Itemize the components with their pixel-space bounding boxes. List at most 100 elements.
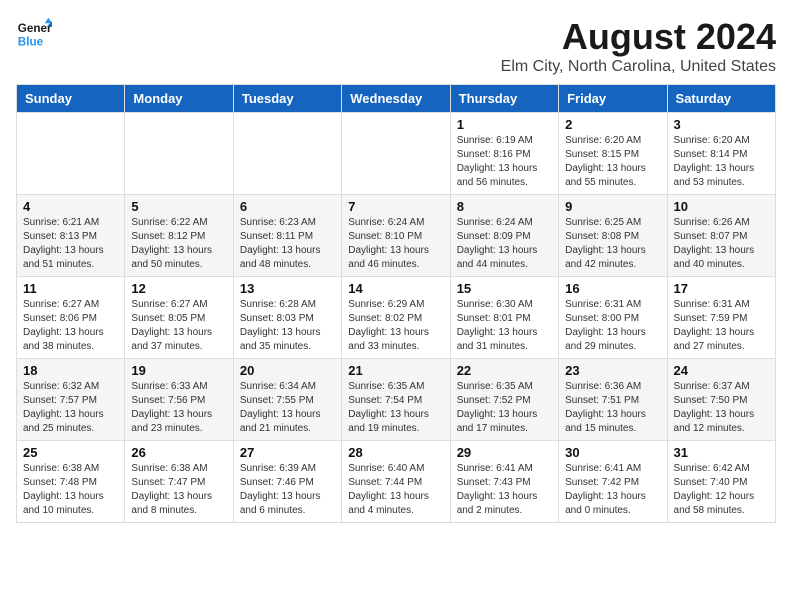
- calendar-cell: 16 Sunrise: 6:31 AMSunset: 8:00 PMDayligh…: [559, 277, 667, 359]
- subtitle: Elm City, North Carolina, United States: [501, 58, 776, 76]
- day-detail: Sunrise: 6:19 AMSunset: 8:16 PMDaylight:…: [457, 134, 552, 190]
- day-detail: Sunrise: 6:35 AMSunset: 7:52 PMDaylight:…: [457, 380, 552, 436]
- day-number: 4: [23, 199, 118, 214]
- calendar-cell: 18Sunrise: 6:32 AMSunset: 7:57 PMDayligh…: [17, 359, 125, 441]
- day-detail: Sunrise: 6:33 AMSunset: 7:56 PMDaylight:…: [131, 380, 226, 436]
- calendar-cell: 1 Sunrise: 6:19 AMSunset: 8:16 PMDaylight…: [450, 113, 558, 195]
- day-detail: Sunrise: 6:31 AMSunset: 8:00 PMDaylight:…: [565, 298, 660, 354]
- day-number: 9: [565, 199, 660, 214]
- weekday-header-row: SundayMondayTuesdayWednesdayThursdayFrid…: [17, 85, 776, 113]
- calendar-cell: 14Sunrise: 6:29 AMSunset: 8:02 PMDayligh…: [342, 277, 450, 359]
- calendar-week-4: 18Sunrise: 6:32 AMSunset: 7:57 PMDayligh…: [17, 359, 776, 441]
- day-number: 20: [240, 363, 335, 378]
- day-number: 6: [240, 199, 335, 214]
- day-detail: Sunrise: 6:24 AMSunset: 8:10 PMDaylight:…: [348, 216, 443, 272]
- day-number: 23: [565, 363, 660, 378]
- day-number: 13: [240, 281, 335, 296]
- calendar-cell: 19 Sunrise: 6:33 AMSunset: 7:56 PMDayligh…: [125, 359, 233, 441]
- day-number: 7: [348, 199, 443, 214]
- calendar-cell: 11 Sunrise: 6:27 AMSunset: 8:06 PMDayligh…: [17, 277, 125, 359]
- day-number: 14: [348, 281, 443, 296]
- day-detail: Sunrise: 6:27 AMSunset: 8:05 PMDaylight:…: [131, 298, 226, 354]
- logo: General Blue: [16, 16, 52, 52]
- day-number: 8: [457, 199, 552, 214]
- day-detail: Sunrise: 6:20 AMSunset: 8:14 PMDaylight:…: [674, 134, 769, 190]
- logo-icon: General Blue: [16, 16, 52, 52]
- calendar-cell: 6 Sunrise: 6:23 AMSunset: 8:11 PMDaylight…: [233, 195, 341, 277]
- day-number: 3: [674, 117, 769, 132]
- calendar-cell: 2 Sunrise: 6:20 AMSunset: 8:15 PMDaylight…: [559, 113, 667, 195]
- day-number: 30: [565, 445, 660, 460]
- day-number: 27: [240, 445, 335, 460]
- weekday-header-sunday: Sunday: [17, 85, 125, 113]
- day-detail: Sunrise: 6:27 AMSunset: 8:06 PMDaylight:…: [23, 298, 118, 354]
- day-number: 2: [565, 117, 660, 132]
- calendar-cell: 15 Sunrise: 6:30 AMSunset: 8:01 PMDayligh…: [450, 277, 558, 359]
- weekday-header-friday: Friday: [559, 85, 667, 113]
- calendar-cell: 31 Sunrise: 6:42 AMSunset: 7:40 PMDayligh…: [667, 441, 775, 523]
- day-detail: Sunrise: 6:30 AMSunset: 8:01 PMDaylight:…: [457, 298, 552, 354]
- day-detail: Sunrise: 6:32 AMSunset: 7:57 PMDaylight:…: [23, 380, 118, 436]
- day-number: 15: [457, 281, 552, 296]
- day-detail: Sunrise: 6:24 AMSunset: 8:09 PMDaylight:…: [457, 216, 552, 272]
- calendar-week-2: 4Sunrise: 6:21 AMSunset: 8:13 PMDaylight…: [17, 195, 776, 277]
- calendar-week-1: 1 Sunrise: 6:19 AMSunset: 8:16 PMDaylight…: [17, 113, 776, 195]
- day-detail: Sunrise: 6:41 AMSunset: 7:42 PMDaylight:…: [565, 462, 660, 518]
- day-detail: Sunrise: 6:39 AMSunset: 7:46 PMDaylight:…: [240, 462, 335, 518]
- day-detail: Sunrise: 6:23 AMSunset: 8:11 PMDaylight:…: [240, 216, 335, 272]
- day-number: 31: [674, 445, 769, 460]
- day-detail: Sunrise: 6:31 AMSunset: 7:59 PMDaylight:…: [674, 298, 769, 354]
- main-title: August 2024: [501, 16, 776, 58]
- weekday-header-wednesday: Wednesday: [342, 85, 450, 113]
- calendar-cell: 28 Sunrise: 6:40 AMSunset: 7:44 PMDayligh…: [342, 441, 450, 523]
- calendar-cell: 23 Sunrise: 6:36 AMSunset: 7:51 PMDayligh…: [559, 359, 667, 441]
- calendar-cell: 9 Sunrise: 6:25 AMSunset: 8:08 PMDaylight…: [559, 195, 667, 277]
- calendar-cell: [233, 113, 341, 195]
- calendar-cell: 26Sunrise: 6:38 AMSunset: 7:47 PMDayligh…: [125, 441, 233, 523]
- weekday-header-saturday: Saturday: [667, 85, 775, 113]
- calendar-table: SundayMondayTuesdayWednesdayThursdayFrid…: [16, 84, 776, 523]
- calendar-cell: 3 Sunrise: 6:20 AMSunset: 8:14 PMDaylight…: [667, 113, 775, 195]
- title-block: August 2024 Elm City, North Carolina, Un…: [501, 16, 776, 76]
- day-number: 11: [23, 281, 118, 296]
- day-detail: Sunrise: 6:26 AMSunset: 8:07 PMDaylight:…: [674, 216, 769, 272]
- calendar-cell: 25Sunrise: 6:38 AMSunset: 7:48 PMDayligh…: [17, 441, 125, 523]
- weekday-header-thursday: Thursday: [450, 85, 558, 113]
- calendar-cell: 22Sunrise: 6:35 AMSunset: 7:52 PMDayligh…: [450, 359, 558, 441]
- calendar-cell: 29Sunrise: 6:41 AMSunset: 7:43 PMDayligh…: [450, 441, 558, 523]
- calendar-cell: 5Sunrise: 6:22 AMSunset: 8:12 PMDaylight…: [125, 195, 233, 277]
- day-detail: Sunrise: 6:38 AMSunset: 7:47 PMDaylight:…: [131, 462, 226, 518]
- day-detail: Sunrise: 6:20 AMSunset: 8:15 PMDaylight:…: [565, 134, 660, 190]
- calendar-cell: 27 Sunrise: 6:39 AMSunset: 7:46 PMDayligh…: [233, 441, 341, 523]
- calendar-cell: 24Sunrise: 6:37 AMSunset: 7:50 PMDayligh…: [667, 359, 775, 441]
- day-detail: Sunrise: 6:40 AMSunset: 7:44 PMDaylight:…: [348, 462, 443, 518]
- calendar-cell: 7 Sunrise: 6:24 AMSunset: 8:10 PMDaylight…: [342, 195, 450, 277]
- day-detail: Sunrise: 6:25 AMSunset: 8:08 PMDaylight:…: [565, 216, 660, 272]
- day-detail: Sunrise: 6:42 AMSunset: 7:40 PMDaylight:…: [674, 462, 769, 518]
- day-detail: Sunrise: 6:36 AMSunset: 7:51 PMDaylight:…: [565, 380, 660, 436]
- day-number: 24: [674, 363, 769, 378]
- day-number: 28: [348, 445, 443, 460]
- day-detail: Sunrise: 6:38 AMSunset: 7:48 PMDaylight:…: [23, 462, 118, 518]
- calendar-week-5: 25Sunrise: 6:38 AMSunset: 7:48 PMDayligh…: [17, 441, 776, 523]
- day-number: 10: [674, 199, 769, 214]
- day-detail: Sunrise: 6:35 AMSunset: 7:54 PMDaylight:…: [348, 380, 443, 436]
- day-detail: Sunrise: 6:41 AMSunset: 7:43 PMDaylight:…: [457, 462, 552, 518]
- day-number: 19: [131, 363, 226, 378]
- calendar-cell: 20 Sunrise: 6:34 AMSunset: 7:55 PMDayligh…: [233, 359, 341, 441]
- calendar-cell: 13 Sunrise: 6:28 AMSunset: 8:03 PMDayligh…: [233, 277, 341, 359]
- calendar-cell: 21Sunrise: 6:35 AMSunset: 7:54 PMDayligh…: [342, 359, 450, 441]
- day-detail: Sunrise: 6:28 AMSunset: 8:03 PMDaylight:…: [240, 298, 335, 354]
- day-detail: Sunrise: 6:34 AMSunset: 7:55 PMDaylight:…: [240, 380, 335, 436]
- day-number: 16: [565, 281, 660, 296]
- svg-text:General: General: [18, 22, 52, 35]
- calendar-week-3: 11 Sunrise: 6:27 AMSunset: 8:06 PMDayligh…: [17, 277, 776, 359]
- day-number: 1: [457, 117, 552, 132]
- day-number: 17: [674, 281, 769, 296]
- svg-text:Blue: Blue: [18, 36, 44, 49]
- calendar-cell: [17, 113, 125, 195]
- day-number: 12: [131, 281, 226, 296]
- day-number: 5: [131, 199, 226, 214]
- header: General Blue August 2024 Elm City, North…: [16, 16, 776, 76]
- calendar-cell: 30 Sunrise: 6:41 AMSunset: 7:42 PMDayligh…: [559, 441, 667, 523]
